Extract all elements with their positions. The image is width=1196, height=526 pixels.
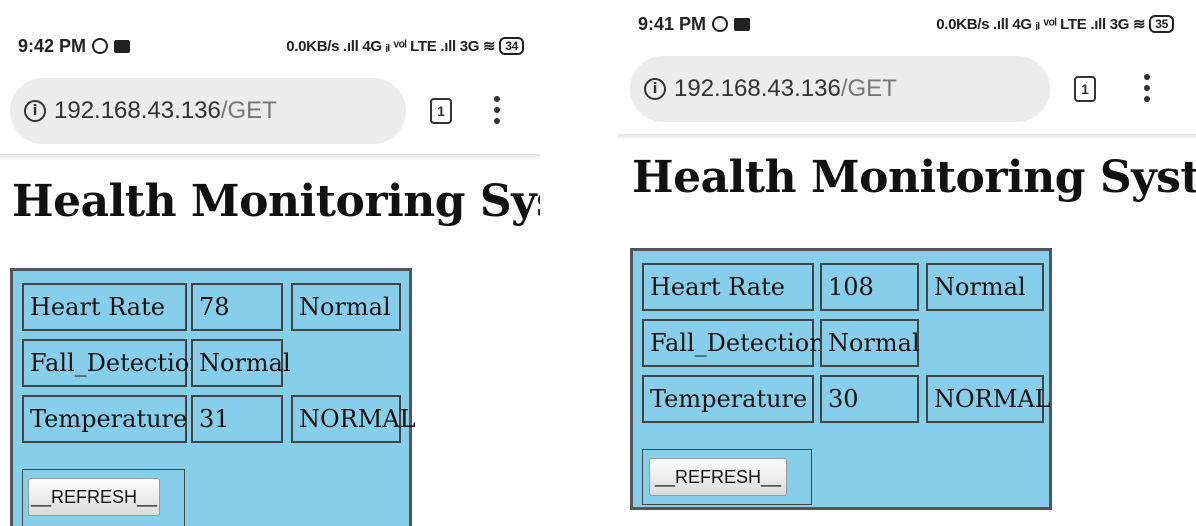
fall-detection-label: Fall_Detection <box>22 339 205 387</box>
heart-rate-label: Heart Rate <box>22 283 187 331</box>
battery-icon: 35 <box>1149 15 1174 33</box>
overflow-menu-icon[interactable] <box>1144 74 1150 107</box>
temperature-value: 31 <box>191 395 283 443</box>
heart-rate-status: Normal <box>926 263 1044 311</box>
info-icon[interactable]: i <box>24 100 46 122</box>
info-icon[interactable]: i <box>644 78 666 100</box>
page-title: Health Monitoring System <box>12 176 540 227</box>
url-host: 192.168.43.136 <box>674 75 841 102</box>
battery-icon: 34 <box>499 37 524 55</box>
heart-rate-status: Normal <box>291 283 401 331</box>
status-bar: 9:41 PM 0.0KB/s .ıll 4G ᵢₗ ᵛᵒˡ LTE .ıll … <box>638 12 1196 36</box>
heart-rate-value: 78 <box>191 283 283 331</box>
url-path: /GET <box>220 97 277 124</box>
health-table: Heart Rate 78 Normal Fall_Detection Norm… <box>10 268 416 526</box>
toolbar-divider <box>0 154 540 160</box>
status-bar: 9:42 PM 0.0KB/s .ıll 4G ᵢₗ ᵛᵒˡ LTE .ıll … <box>18 34 540 58</box>
tab-switcher-button[interactable]: 1 <box>1074 76 1096 102</box>
message-icon <box>734 17 751 31</box>
heart-rate-label: Heart Rate <box>642 263 814 311</box>
status-time: 9:42 PM <box>18 35 87 56</box>
temperature-label: Temperature <box>642 375 814 423</box>
overflow-menu-icon[interactable] <box>494 96 500 129</box>
fall-detection-value: Normal <box>820 319 920 367</box>
refresh-button[interactable]: __REFRESH__ <box>28 478 160 516</box>
toolbar-divider <box>618 134 1196 140</box>
url-host: 192.168.43.136 <box>54 97 221 124</box>
temperature-status: NORMAL <box>291 395 416 443</box>
refresh-cell: __REFRESH__ <box>642 449 812 505</box>
fall-detection-label: Fall_Detection <box>642 319 825 367</box>
refresh-cell: __REFRESH__ <box>22 469 185 526</box>
url-path: /GET <box>840 75 897 102</box>
address-bar[interactable]: i 192.168.43.136/GET <box>10 78 406 144</box>
health-table: Heart Rate 108 Normal Fall_Detection Nor… <box>630 248 1052 510</box>
fall-detection-value: Normal <box>191 339 291 387</box>
screenshot-left: 9:42 PM 0.0KB/s .ıll 4G ᵢₗ ᵛᵒˡ LTE .ıll … <box>0 0 540 526</box>
message-icon <box>114 39 131 53</box>
status-time: 9:41 PM <box>638 13 707 34</box>
network-status: 0.0KB/s .ıll 4G ᵢₗ ᵛᵒˡ LTE .ıll 3G ≋ <box>286 38 496 55</box>
temperature-status: NORMAL <box>926 375 1051 423</box>
tab-switcher-button[interactable]: 1 <box>430 98 452 124</box>
whatsapp-icon <box>92 38 109 54</box>
page-title: Health Monitoring System <box>632 152 1196 203</box>
address-bar[interactable]: i 192.168.43.136/GET <box>630 56 1050 122</box>
heart-rate-value: 108 <box>820 263 919 311</box>
refresh-button[interactable]: __REFRESH__ <box>649 458 787 496</box>
network-status: 0.0KB/s .ıll 4G ᵢₗ ᵛᵒˡ LTE .ıll 3G ≋ <box>936 16 1146 33</box>
temperature-value: 30 <box>820 375 919 423</box>
temperature-label: Temperature <box>22 395 187 443</box>
whatsapp-icon <box>712 16 729 32</box>
screenshot-right: 9:41 PM 0.0KB/s .ıll 4G ᵢₗ ᵛᵒˡ LTE .ıll … <box>618 0 1196 526</box>
